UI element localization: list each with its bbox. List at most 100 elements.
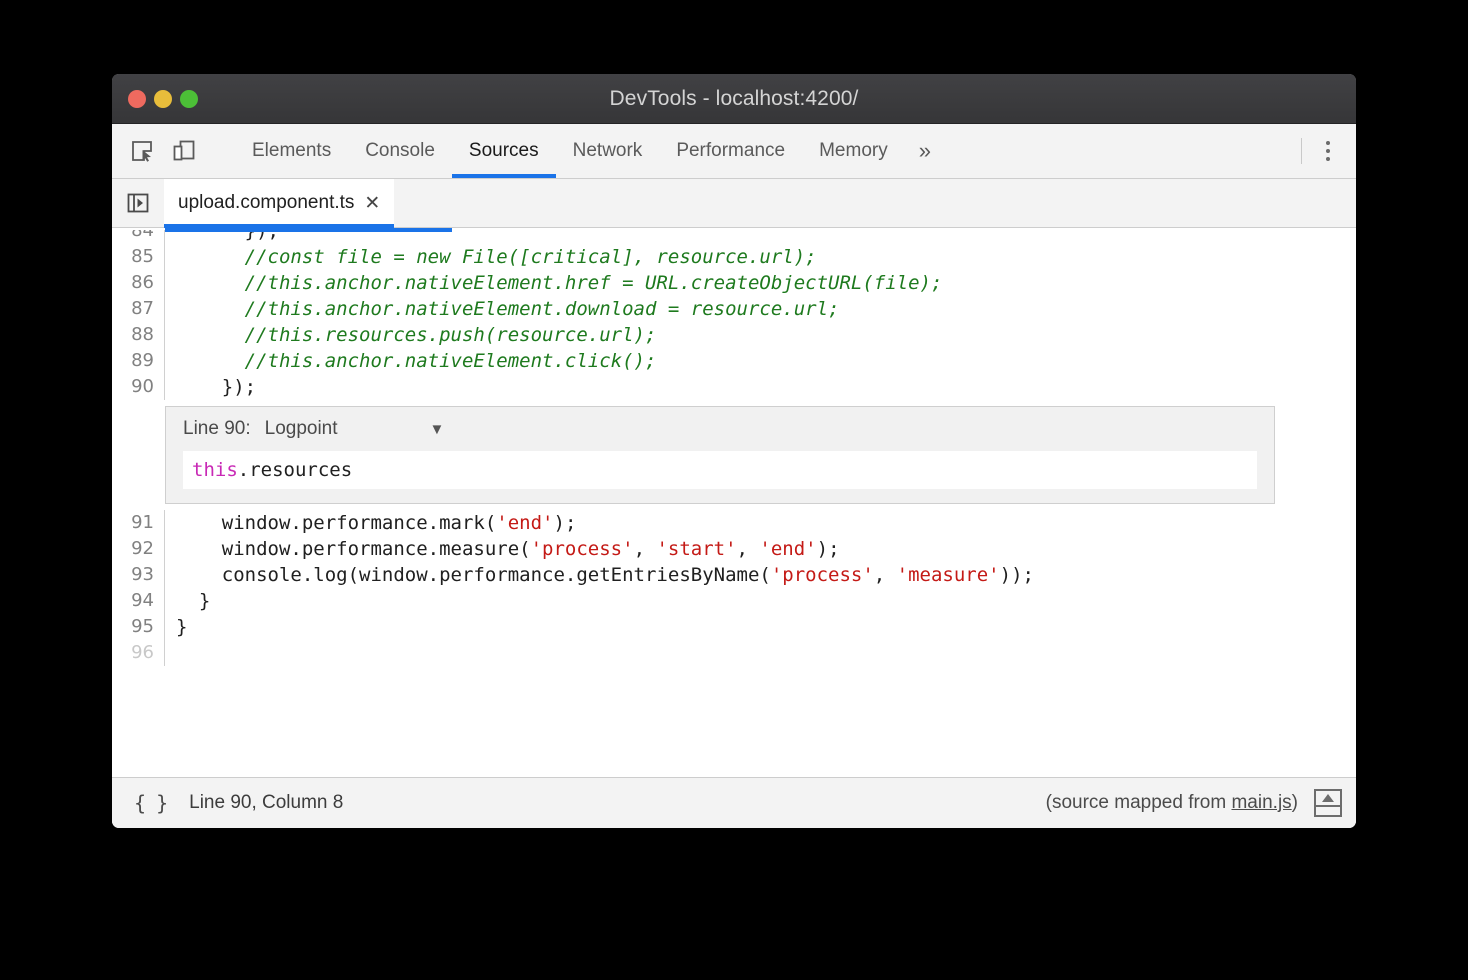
maximize-window-button[interactable] (180, 90, 198, 108)
line-number[interactable]: 95 (112, 614, 164, 640)
logpoint-expression-keyword: this (192, 459, 238, 481)
line-number[interactable]: 93 (112, 562, 164, 588)
show-navigator-icon[interactable] (112, 179, 164, 227)
code-token-plain: }); (176, 376, 256, 398)
line-number[interactable]: 91 (112, 510, 164, 536)
file-tab-strip: upload.component.ts ✕ (112, 179, 1356, 228)
code-token-cmt: //const file = new File([critical], reso… (176, 246, 817, 268)
gutter-divider (164, 640, 165, 666)
code-token-plain: } (176, 590, 210, 612)
code-token-plain: , (874, 564, 897, 586)
line-number[interactable]: 84 (112, 230, 164, 244)
drawer-triangle-glyph (1322, 794, 1334, 802)
code-token-str: 'process' (771, 564, 874, 586)
inspect-element-glyph (131, 140, 153, 162)
logpoint-expression-input[interactable]: this.resources (183, 451, 1257, 489)
tab-network[interactable]: Network (556, 124, 660, 178)
code-line: 91 window.performance.mark('end'); (112, 510, 1356, 536)
code-line: 92 window.performance.measure('process',… (112, 536, 1356, 562)
kebab-dot (1326, 157, 1330, 161)
source-mapped-link[interactable]: main.js (1231, 792, 1291, 813)
source-mapped-prefix: (source mapped from (1046, 792, 1232, 813)
tab-memory[interactable]: Memory (802, 124, 905, 178)
line-number[interactable]: 89 (112, 348, 164, 374)
code-line-text: }); (165, 374, 1356, 400)
code-line: 96 (112, 640, 1356, 666)
code-token-cmt: //this.anchor.nativeElement.download = r… (176, 298, 839, 320)
code-line-text: //this.anchor.nativeElement.download = r… (165, 296, 1356, 322)
source-editor[interactable]: 84 });85 //const file = new File([critic… (112, 228, 1356, 777)
code-line-text: }); (165, 230, 1356, 244)
code-token-cmt: //this.anchor.nativeElement.click(); (176, 350, 656, 372)
code-token-str: 'end' (496, 512, 553, 534)
show-navigator-glyph (126, 191, 150, 215)
code-line: 89 //this.anchor.nativeElement.click(); (112, 348, 1356, 374)
toolbar-icon-group (112, 124, 235, 178)
tab-console[interactable]: Console (348, 124, 452, 178)
more-tabs-icon[interactable]: » (905, 124, 945, 178)
close-icon[interactable]: ✕ (364, 194, 380, 213)
code-line: 85 //const file = new File([critical], r… (112, 244, 1356, 270)
logpoint-expression-rest: .resources (238, 459, 352, 481)
tab-performance[interactable]: Performance (659, 124, 802, 178)
code-line-text: //this.anchor.nativeElement.click(); (165, 348, 1356, 374)
line-number[interactable]: 90 (112, 374, 164, 400)
window-titlebar: DevTools - localhost:4200/ (112, 74, 1356, 124)
logpoint-editor[interactable]: Line 90: Logpoint ▼ this.resources (165, 406, 1275, 504)
kebab-dot (1326, 149, 1330, 153)
logpoint-line-label: Line 90: (183, 418, 251, 440)
code-token-plain: window.performance.measure( (176, 538, 531, 560)
logpoint-kind-label: Logpoint (265, 418, 338, 440)
code-line: 84 }); (112, 230, 1356, 244)
code-token-plain: ); (554, 512, 577, 534)
pretty-print-icon[interactable]: { } (134, 791, 167, 815)
code-token-plain: )); (1000, 564, 1034, 586)
show-drawer-icon[interactable] (1314, 789, 1342, 817)
editor-status-bar: { } Line 90, Column 8 (source mapped fro… (112, 777, 1356, 828)
code-line-text: window.performance.mark('end'); (165, 510, 1356, 536)
toolbar-right-divider (1301, 138, 1302, 164)
line-number[interactable]: 94 (112, 588, 164, 614)
line-number[interactable]: 88 (112, 322, 164, 348)
code-token-plain: } (176, 616, 187, 638)
line-number[interactable]: 92 (112, 536, 164, 562)
line-number[interactable]: 96 (112, 640, 164, 666)
source-mapped-suffix: ) (1292, 792, 1298, 813)
tab-elements[interactable]: Elements (235, 124, 348, 178)
line-number[interactable]: 85 (112, 244, 164, 270)
file-tab-active-underline (165, 228, 452, 232)
tab-sources[interactable]: Sources (452, 124, 556, 178)
devtools-menu-icon[interactable] (1308, 124, 1348, 178)
code-line: 90 }); (112, 374, 1356, 400)
code-token-str: 'process' (531, 538, 634, 560)
inspect-element-icon[interactable] (126, 135, 158, 167)
code-line: 87 //this.anchor.nativeElement.download … (112, 296, 1356, 322)
code-line-text: } (165, 588, 1356, 614)
code-token-plain: , (737, 538, 760, 560)
chevron-down-icon[interactable]: ▼ (430, 422, 445, 437)
code-token-cmt: //this.resources.push(resource.url); (176, 324, 656, 346)
devtools-toolbar: Elements Console Sources Network Perform… (112, 124, 1356, 179)
code-lines-after-logpoint: 91 window.performance.mark('end');92 win… (112, 510, 1356, 666)
toolbar-right-group (1301, 124, 1356, 178)
code-scroll-area: 84 });85 //const file = new File([critic… (112, 228, 1356, 777)
minimize-window-button[interactable] (154, 90, 172, 108)
cursor-position-label: Line 90, Column 8 (189, 792, 343, 814)
code-line-text: } (165, 614, 1356, 640)
close-window-button[interactable] (128, 90, 146, 108)
code-token-plain: window.performance.mark( (176, 512, 496, 534)
code-token-plain: ); (817, 538, 840, 560)
source-mapped-label: (source mapped from main.js) (1046, 792, 1298, 814)
line-number[interactable]: 86 (112, 270, 164, 296)
line-number[interactable]: 87 (112, 296, 164, 322)
file-tab-upload-component-ts[interactable]: upload.component.ts ✕ (164, 179, 394, 227)
devtools-window: DevTools - localhost:4200/ Elements Cons… (112, 74, 1356, 828)
code-token-plain: , (634, 538, 657, 560)
code-line-text: console.log(window.performance.getEntrie… (165, 562, 1356, 588)
kebab-dot (1326, 141, 1330, 145)
panel-tabs: Elements Console Sources Network Perform… (235, 124, 1301, 178)
file-tab-label: upload.component.ts (178, 192, 354, 214)
device-toolbar-icon[interactable] (168, 135, 200, 167)
device-toolbar-glyph (173, 140, 195, 162)
code-line-text: window.performance.measure('process', 's… (165, 536, 1356, 562)
